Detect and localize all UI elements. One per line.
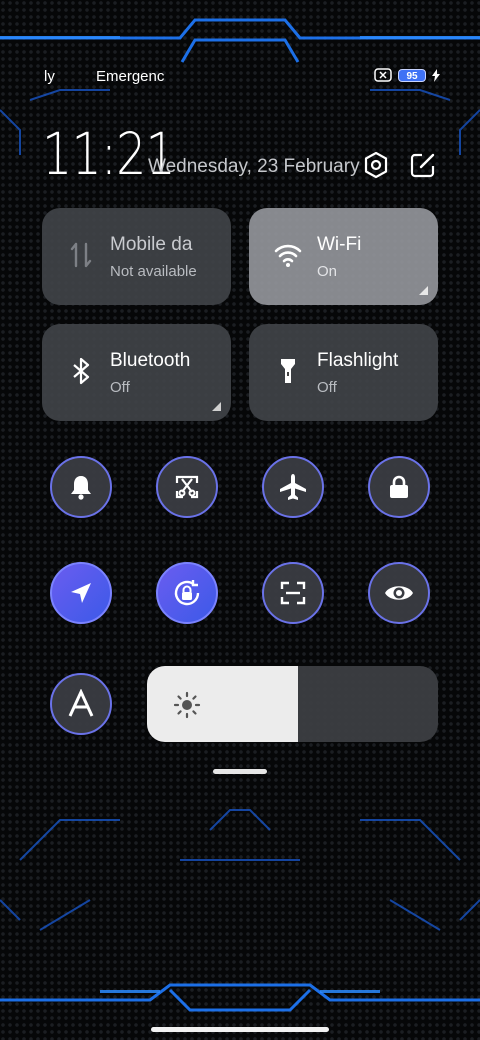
- toggle-scanner[interactable]: [262, 562, 324, 624]
- tile-title: Mobile da: [110, 234, 193, 255]
- tile-wifi[interactable]: Wi-Fi On: [249, 208, 438, 305]
- toggle-rotation-lock[interactable]: [156, 562, 218, 624]
- location-icon: [71, 583, 91, 603]
- carrier-label: ly: [44, 68, 55, 85]
- mobile-data-icon: [70, 242, 92, 268]
- tile-status: Off: [110, 379, 130, 396]
- toggle-ringer[interactable]: [50, 456, 112, 518]
- tile-status: Not available: [110, 263, 197, 280]
- tile-mobile-data[interactable]: Mobile da Not available: [42, 208, 231, 305]
- eye-icon: [385, 586, 413, 600]
- tile-status: Off: [317, 379, 337, 396]
- auto-brightness-icon: [68, 689, 94, 717]
- toggle-auto-brightness[interactable]: [50, 673, 112, 735]
- settings-icon[interactable]: [361, 150, 391, 180]
- tile-bluetooth[interactable]: Bluetooth Off: [42, 324, 231, 421]
- emergency-label: Emergenc: [96, 68, 165, 85]
- status-bar: ly Emergenc 95: [0, 62, 480, 90]
- brightness-level: [147, 666, 299, 742]
- lock-icon: [390, 475, 408, 498]
- tile-title: Bluetooth: [110, 350, 191, 371]
- tile-flashlight[interactable]: Flashlight Off: [249, 324, 438, 421]
- expand-corner-icon: [212, 402, 221, 411]
- tile-title: Flashlight: [317, 350, 399, 371]
- battery-indicator: 95: [398, 68, 426, 82]
- charging-icon: [432, 68, 440, 82]
- toggle-lock-screen[interactable]: [368, 456, 430, 518]
- toggle-location[interactable]: [50, 562, 112, 624]
- tile-status: On: [317, 263, 338, 280]
- wifi-icon: [274, 244, 302, 267]
- panel-drag-handle[interactable]: [213, 769, 267, 774]
- date-label: Wednesday, 23 February: [148, 156, 360, 177]
- edit-icon[interactable]: [408, 150, 438, 180]
- flashlight-icon: [281, 359, 295, 383]
- expand-corner-icon: [419, 286, 428, 295]
- bell-icon: [71, 476, 91, 500]
- home-indicator[interactable]: [151, 1027, 329, 1032]
- toggle-airplane[interactable]: [262, 456, 324, 518]
- airplane-icon: [280, 474, 306, 500]
- bluetooth-icon: [73, 357, 90, 385]
- rotation-lock-icon: [174, 580, 200, 606]
- toggle-reading-mode[interactable]: [368, 562, 430, 624]
- scanner-icon: [280, 581, 306, 605]
- screenshot-icon: [175, 475, 199, 499]
- sun-icon: [173, 691, 201, 719]
- toggle-screenshot[interactable]: [156, 456, 218, 518]
- status-icons: 95: [374, 68, 440, 82]
- tile-title: Wi-Fi: [317, 234, 362, 255]
- no-sim-icon: [374, 68, 392, 82]
- brightness-slider[interactable]: [147, 666, 438, 742]
